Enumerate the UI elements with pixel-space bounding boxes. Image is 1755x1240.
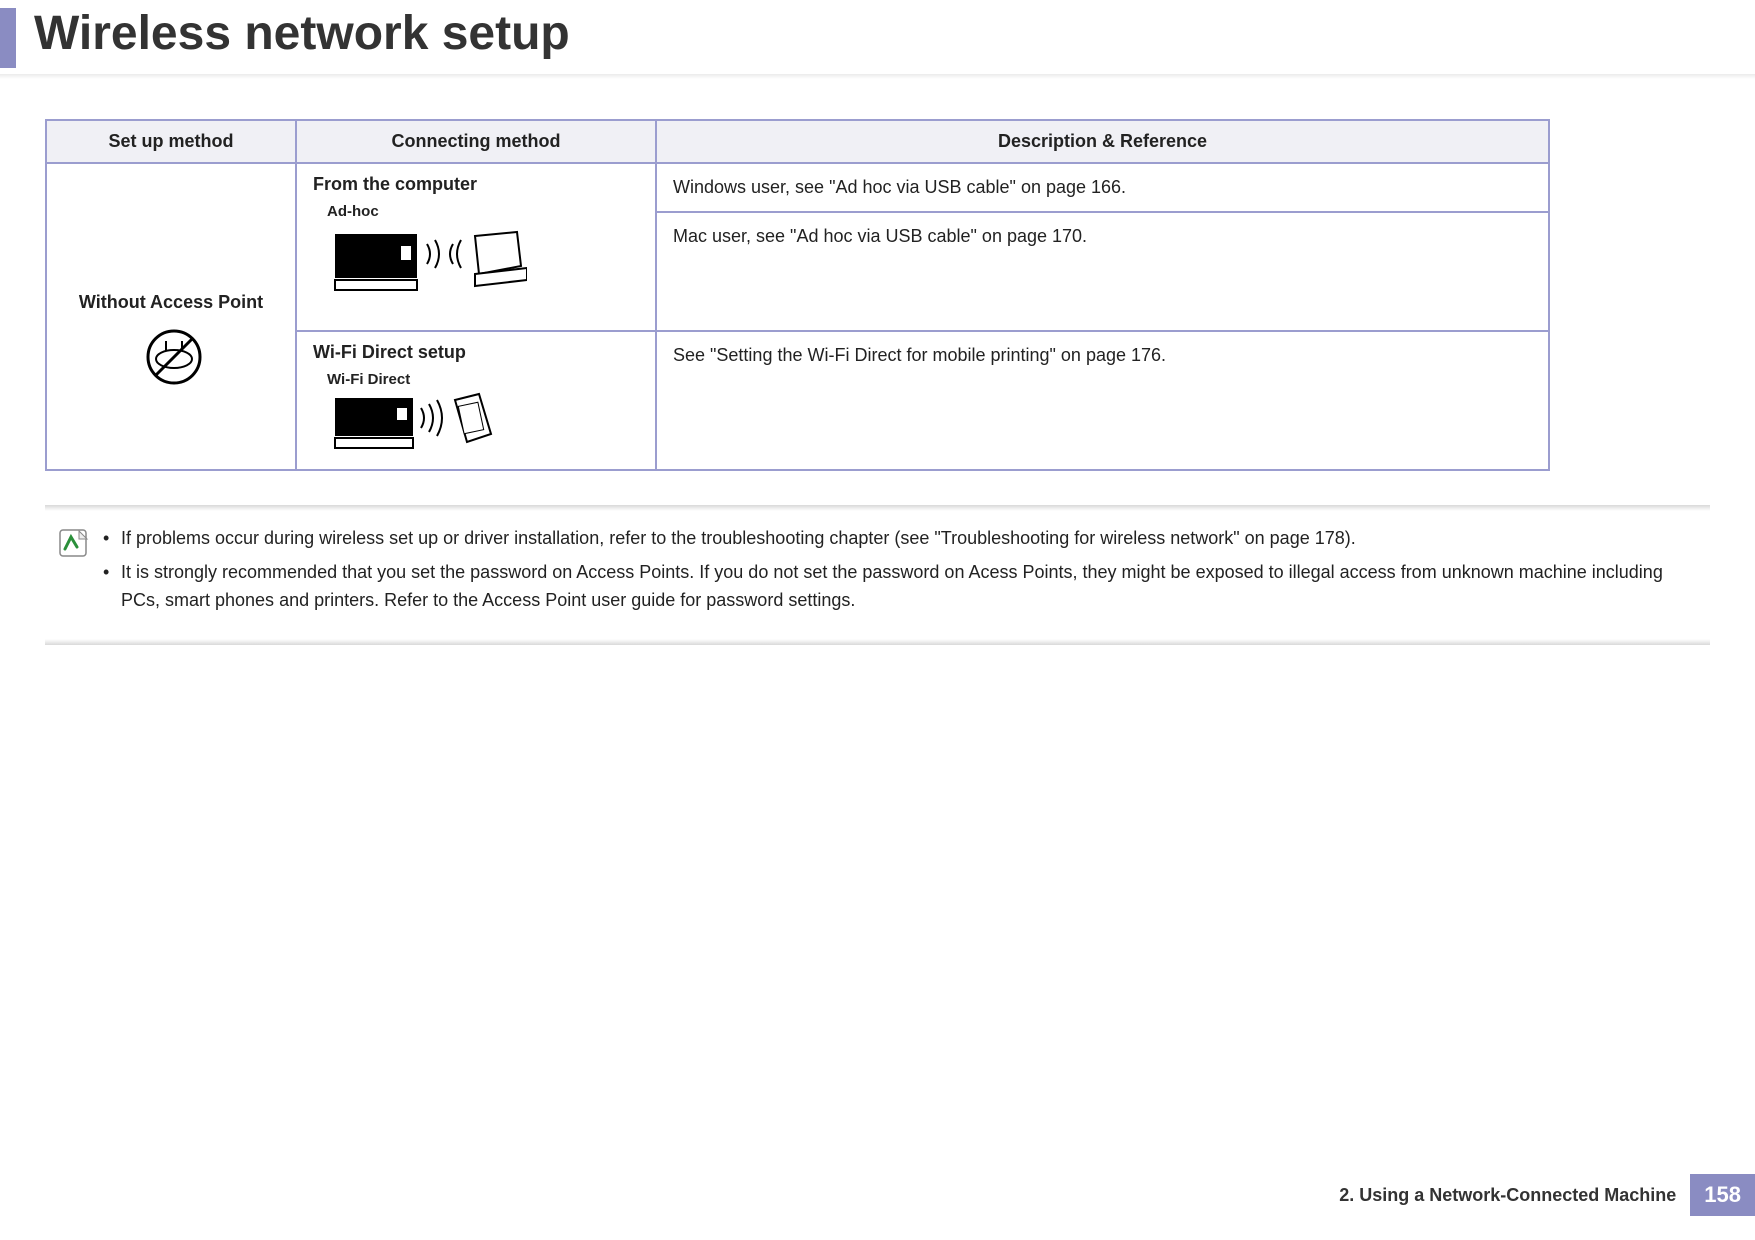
th-description: Description & Reference	[656, 120, 1549, 163]
note-item-2: It is strongly recommended that you set …	[99, 559, 1692, 615]
page-title-bar: Wireless network setup	[0, 0, 1755, 68]
cell-desc-2: See "Setting the Wi-Fi Direct for mobile…	[656, 331, 1549, 470]
content-area: Set up method Connecting method Descript…	[0, 79, 1755, 645]
printer-laptop-icon	[327, 224, 527, 294]
note-shadow-bottom	[45, 639, 1710, 645]
page-number: 158	[1690, 1174, 1755, 1216]
connecting-label-1: From the computer	[313, 174, 639, 195]
title-accent	[0, 8, 16, 68]
setup-method-label: Without Access Point	[63, 292, 279, 313]
cell-setup-method: Without Access Point	[46, 163, 296, 470]
setup-table: Set up method Connecting method Descript…	[45, 119, 1550, 471]
cell-desc-1a: Windows user, see "Ad hoc via USB cable"…	[656, 163, 1549, 212]
connecting-label-2: Wi-Fi Direct setup	[313, 342, 639, 363]
cell-connecting-1: From the computer Ad-hoc	[296, 163, 656, 331]
page-footer: 2. Using a Network-Connected Machine 158	[1339, 1174, 1755, 1216]
note-box: If problems occur during wireless set up…	[45, 505, 1710, 645]
cell-connecting-2: Wi-Fi Direct setup Wi-Fi Direct	[296, 331, 656, 470]
cell-desc-1b: Mac user, see "Ad hoc via USB cable" on …	[656, 212, 1549, 331]
note-icon	[57, 525, 99, 621]
th-connecting: Connecting method	[296, 120, 656, 163]
wifidirect-label: Wi-Fi Direct	[327, 371, 507, 388]
note-list: If problems occur during wireless set up…	[99, 525, 1692, 621]
page-title: Wireless network setup	[34, 0, 570, 61]
no-access-point-icon	[136, 327, 206, 392]
note-item-1: If problems occur during wireless set up…	[99, 525, 1692, 553]
adhoc-illustration: Ad-hoc	[327, 203, 639, 299]
wifidirect-illustration: Wi-Fi Direct	[327, 371, 639, 457]
footer-chapter: 2. Using a Network-Connected Machine	[1339, 1185, 1676, 1206]
adhoc-label: Ad-hoc	[327, 203, 527, 220]
printer-phone-icon	[327, 392, 507, 452]
th-setup: Set up method	[46, 120, 296, 163]
